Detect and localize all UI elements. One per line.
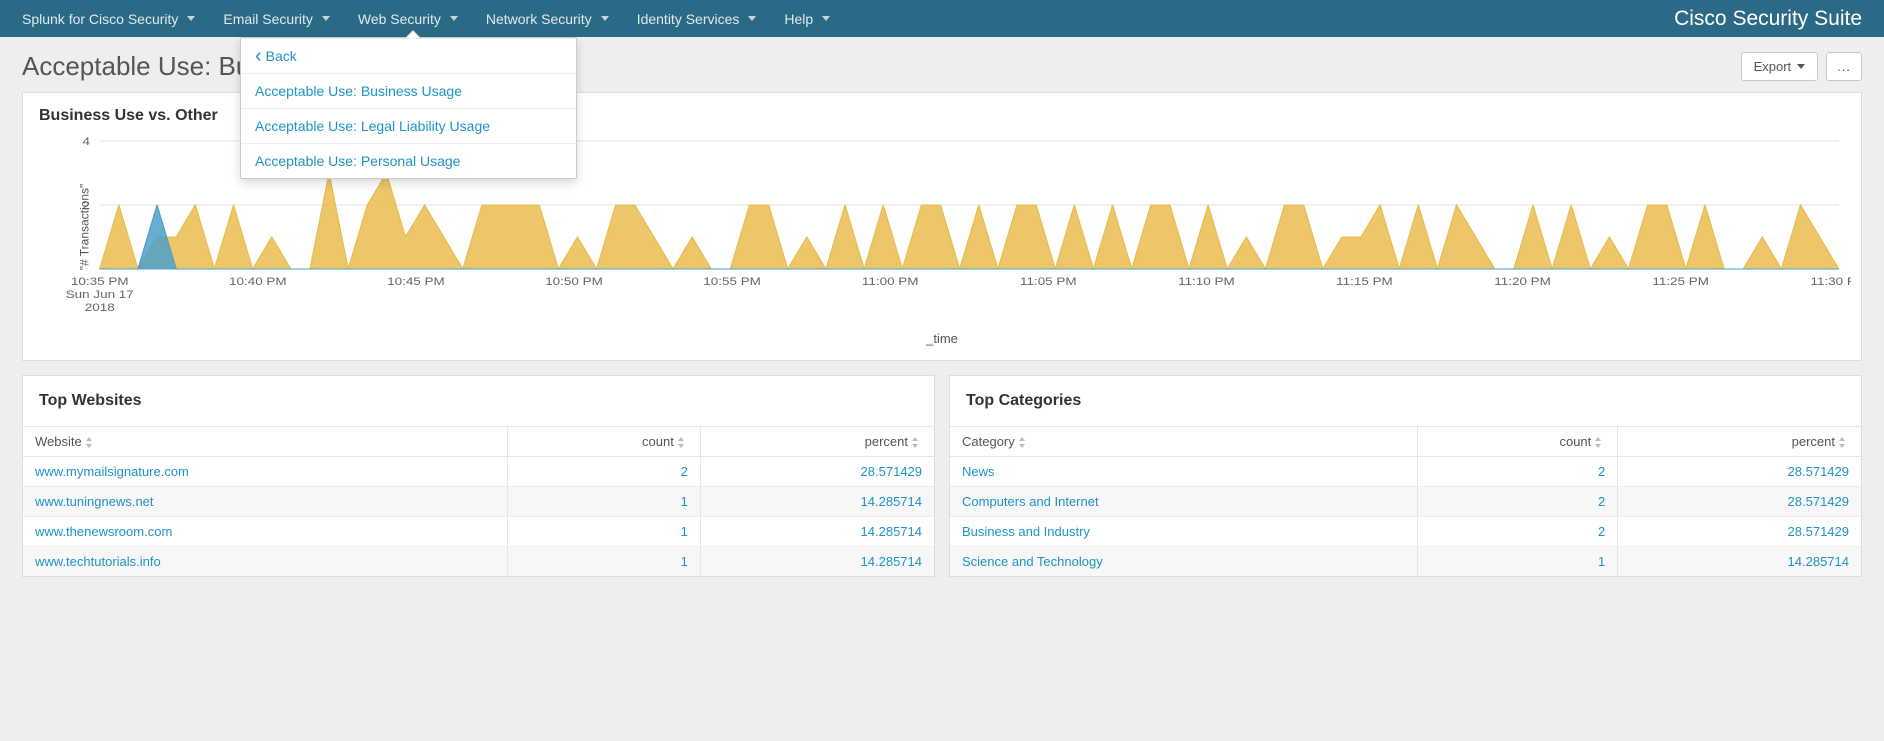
cell[interactable]: www.techtutorials.info <box>23 547 508 577</box>
nav-items: Splunk for Cisco Security Email Security… <box>8 2 844 36</box>
cell[interactable]: 1 <box>1417 547 1617 577</box>
export-label: Export <box>1754 59 1792 74</box>
svg-text:Sun Jun 17: Sun Jun 17 <box>66 288 134 301</box>
dropdown-back[interactable]: Back <box>241 38 576 73</box>
table-row: Science and Technology114.285714 <box>950 547 1861 577</box>
cell[interactable]: 14.285714 <box>700 487 934 517</box>
svg-text:10:45 PM: 10:45 PM <box>387 275 445 288</box>
table-row: www.thenewsroom.com114.285714 <box>23 517 934 547</box>
table-row: Computers and Internet228.571429 <box>950 487 1861 517</box>
top-categories-panel: Top Categories Category count percent Ne… <box>949 375 1862 577</box>
cell[interactable]: 1 <box>508 547 700 577</box>
dropdown-item-business[interactable]: Acceptable Use: Business Usage <box>241 73 576 108</box>
top-websites-title: Top Websites <box>23 376 934 426</box>
nav-label: Identity Services <box>637 11 740 27</box>
cell[interactable]: 28.571429 <box>1618 517 1861 547</box>
cell[interactable]: 2 <box>508 457 700 487</box>
col-percent[interactable]: percent <box>1618 427 1861 457</box>
dropdown-pointer-icon <box>406 31 420 38</box>
cell[interactable]: 2 <box>1417 487 1617 517</box>
cell[interactable]: 28.571429 <box>1618 487 1861 517</box>
svg-text:11:30 PM: 11:30 PM <box>1810 275 1851 288</box>
dropdown-item-personal[interactable]: Acceptable Use: Personal Usage <box>241 143 576 178</box>
nav-label: Network Security <box>486 11 592 27</box>
table-row: www.tuningnews.net114.285714 <box>23 487 934 517</box>
nav-item-network-security[interactable]: Network Security <box>472 2 623 36</box>
svg-text:11:25 PM: 11:25 PM <box>1652 275 1709 288</box>
svg-text:11:00 PM: 11:00 PM <box>862 275 919 288</box>
cell[interactable]: 1 <box>508 487 700 517</box>
cell[interactable]: 14.285714 <box>700 547 934 577</box>
col-percent[interactable]: percent <box>700 427 934 457</box>
nav-label: Help <box>784 11 813 27</box>
cell[interactable]: 28.571429 <box>700 457 934 487</box>
nav-label: Web Security <box>358 11 441 27</box>
svg-text:10:35 PM: 10:35 PM <box>71 275 129 288</box>
cell[interactable]: News <box>950 457 1417 487</box>
cell[interactable]: 14.285714 <box>700 517 934 547</box>
cell[interactable]: Science and Technology <box>950 547 1417 577</box>
nav-label: Email Security <box>223 11 312 27</box>
table-row: Business and Industry228.571429 <box>950 517 1861 547</box>
nav-item-splunk-cisco[interactable]: Splunk for Cisco Security <box>8 2 209 36</box>
cell[interactable]: 2 <box>1417 517 1617 547</box>
col-count[interactable]: count <box>1417 427 1617 457</box>
svg-text:11:20 PM: 11:20 PM <box>1494 275 1551 288</box>
export-button[interactable]: Export <box>1741 52 1819 81</box>
col-website[interactable]: Website <box>23 427 508 457</box>
web-security-dropdown: Back Acceptable Use: Business Usage Acce… <box>240 37 577 179</box>
table-row: www.techtutorials.info114.285714 <box>23 547 934 577</box>
x-axis-label: _time <box>23 323 1861 360</box>
table-row: www.mymailsignature.com228.571429 <box>23 457 934 487</box>
cell[interactable]: www.tuningnews.net <box>23 487 508 517</box>
dropdown-back-label: Back <box>266 48 297 64</box>
top-websites-panel: Top Websites Website count percent www.m… <box>22 375 935 577</box>
cell[interactable]: 28.571429 <box>1618 457 1861 487</box>
more-icon: ... <box>1837 59 1851 74</box>
svg-text:10:40 PM: 10:40 PM <box>229 275 287 288</box>
top-categories-title: Top Categories <box>950 376 1861 426</box>
nav-item-email-security[interactable]: Email Security <box>209 2 343 36</box>
top-websites-table: Website count percent www.mymailsignatur… <box>23 426 934 576</box>
cell[interactable]: 14.285714 <box>1618 547 1861 577</box>
cell[interactable]: 2 <box>1417 457 1617 487</box>
cell[interactable]: www.mymailsignature.com <box>23 457 508 487</box>
brand-title: Cisco Security Suite <box>1674 7 1876 31</box>
cell[interactable]: Computers and Internet <box>950 487 1417 517</box>
svg-text:4: 4 <box>82 135 90 148</box>
nav-item-help[interactable]: Help <box>770 2 844 36</box>
dropdown-item-legal[interactable]: Acceptable Use: Legal Liability Usage <box>241 108 576 143</box>
col-category[interactable]: Category <box>950 427 1417 457</box>
svg-text:11:15 PM: 11:15 PM <box>1336 275 1393 288</box>
svg-text:10:55 PM: 10:55 PM <box>703 275 761 288</box>
svg-text:2018: 2018 <box>85 301 115 314</box>
cell[interactable]: Business and Industry <box>950 517 1417 547</box>
nav-label: Splunk for Cisco Security <box>22 11 178 27</box>
tables-row: Top Websites Website count percent www.m… <box>0 375 1884 597</box>
y-axis-label: "# Transactions" <box>77 184 91 271</box>
svg-text:11:10 PM: 11:10 PM <box>1178 275 1235 288</box>
cell[interactable]: www.thenewsroom.com <box>23 517 508 547</box>
top-categories-table: Category count percent News228.571429Com… <box>950 426 1861 576</box>
table-row: News228.571429 <box>950 457 1861 487</box>
nav-item-identity-services[interactable]: Identity Services <box>623 2 771 36</box>
col-count[interactable]: count <box>508 427 700 457</box>
cell[interactable]: 1 <box>508 517 700 547</box>
svg-text:11:05 PM: 11:05 PM <box>1020 275 1077 288</box>
more-button[interactable]: ... <box>1826 52 1862 81</box>
svg-text:10:50 PM: 10:50 PM <box>545 275 603 288</box>
header-actions: Export ... <box>1741 52 1862 81</box>
top-nav: Splunk for Cisco Security Email Security… <box>0 0 1884 37</box>
